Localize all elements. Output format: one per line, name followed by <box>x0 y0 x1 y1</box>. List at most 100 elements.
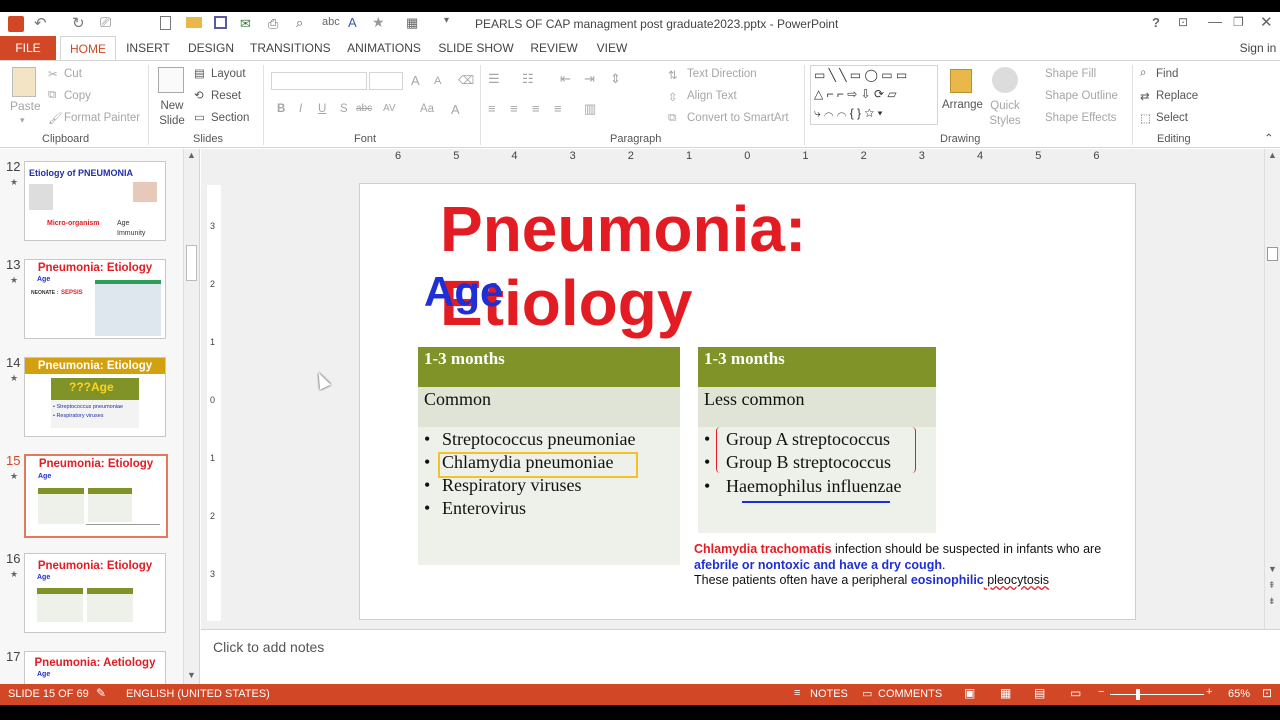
align-center-icon[interactable]: ≡ <box>510 101 518 116</box>
find-button[interactable]: Find <box>1156 68 1178 80</box>
sign-in-link[interactable]: Sign in <box>1238 36 1278 60</box>
shape-outline-button[interactable]: Shape Outline <box>1045 90 1118 102</box>
open-folder-icon[interactable] <box>186 17 202 28</box>
scroll-down-icon[interactable]: ▼ <box>1268 564 1277 574</box>
reading-view-icon[interactable]: ▤ <box>1034 686 1045 700</box>
quick-styles-button[interactable]: Quick Styles <box>986 99 1024 129</box>
shadow-button[interactable]: S <box>340 103 348 115</box>
shapes-gallery[interactable]: ▭ ╲ ╲ ▭ ◯ ▭ ▭ △ ⌐ ⌐ ⇨ ⇩ ⟳ ▱ ⤷ ⌒ ⌒ { } ☆ ▾ <box>810 65 938 125</box>
scroll-thumb[interactable] <box>1267 247 1278 261</box>
spell-icon[interactable]: abc <box>322 16 340 28</box>
slide-thumbnail-15[interactable]: Pneumonia: Etiology Age <box>24 454 168 538</box>
char-spacing-button[interactable]: AV <box>383 103 396 114</box>
scroll-down-icon[interactable]: ▼ <box>187 670 196 680</box>
right-item-3[interactable]: Haemophilus influenzae <box>726 476 901 497</box>
left-item-3[interactable]: Respiratory viruses <box>442 475 581 496</box>
right-column-header[interactable]: 1-3 months <box>698 347 936 387</box>
tab-slide-show[interactable]: SLIDE SHOW <box>438 36 514 60</box>
undo-icon[interactable]: ↶ <box>34 14 47 32</box>
paste-button[interactable]: Paste <box>10 99 41 113</box>
cut-button[interactable]: Cut <box>64 68 82 80</box>
paste-dropdown-icon[interactable]: ▾ <box>20 115 25 126</box>
zoom-slider-thumb[interactable] <box>1136 689 1140 700</box>
minimize-button[interactable]: — <box>1208 13 1222 29</box>
font-color-button[interactable]: A <box>451 102 460 117</box>
tab-animations[interactable]: ANIMATIONS <box>344 36 424 60</box>
new-slide-button[interactable]: New Slide <box>155 99 189 129</box>
font-size-select[interactable] <box>369 72 403 90</box>
slide-thumbnail-12[interactable]: Etiology of PNEUMONIA Micro-organism Age… <box>24 161 166 241</box>
left-item-4[interactable]: Enterovirus <box>442 498 526 519</box>
copy-button[interactable]: Copy <box>64 90 91 102</box>
left-column-header[interactable]: 1-3 months <box>418 347 680 387</box>
tab-insert[interactable]: INSERT <box>124 36 172 60</box>
reset-button[interactable]: Reset <box>211 90 241 102</box>
line-spacing-icon[interactable]: ⇕ <box>610 71 621 87</box>
slide-thumbnail-13[interactable]: Pneumonia: Etiology Age NEONATE : SEPSIS <box>24 259 166 339</box>
fit-slide-icon[interactable]: ⊡ <box>1262 686 1272 700</box>
presenter-icon[interactable]: ⎚ <box>100 14 111 31</box>
slide-thumbnail-16[interactable]: Pneumonia: Etiology Age <box>24 553 166 633</box>
section-button[interactable]: Section <box>211 112 249 124</box>
left-item-1[interactable]: Streptococcus pneumoniae <box>442 429 635 450</box>
normal-view-icon[interactable]: ▣ <box>964 686 975 700</box>
increase-indent-icon[interactable]: ⇥ <box>584 71 595 87</box>
scroll-up-icon[interactable]: ▲ <box>1268 150 1277 160</box>
print-icon[interactable]: ⎙ <box>268 16 278 32</box>
italic-button[interactable]: I <box>299 103 302 115</box>
shape-effects-button[interactable]: Shape Effects <box>1045 112 1116 124</box>
font-color-icon[interactable]: A <box>348 15 357 30</box>
slide-sorter-icon[interactable]: ▦ <box>1000 686 1011 700</box>
arrange-icon[interactable] <box>950 69 972 93</box>
preview-icon[interactable]: ⌕ <box>296 15 303 31</box>
slide-thumbnail-17[interactable]: Pneumonia: Aetiology Age <box>24 651 166 684</box>
grow-font-button[interactable]: A <box>411 73 420 88</box>
slide-subtitle[interactable]: Age <box>424 268 503 316</box>
zoom-out-button[interactable]: − <box>1098 686 1104 698</box>
powerpoint-icon[interactable] <box>8 16 24 32</box>
tab-transitions[interactable]: TRANSITIONS <box>250 36 331 60</box>
email-icon[interactable]: ✉ <box>240 16 251 32</box>
slide-thumbnail-14[interactable]: Pneumonia: Etiology ???Age • Streptococc… <box>24 357 166 437</box>
tab-review[interactable]: REVIEW <box>528 36 580 60</box>
notes-pane[interactable]: Click to add notes <box>201 629 1280 684</box>
spelling-icon[interactable]: ✎ <box>96 686 106 700</box>
previous-slide-icon[interactable]: ⇞ <box>1268 580 1276 591</box>
language-indicator[interactable]: ENGLISH (UNITED STATES) <box>126 688 270 700</box>
font-family-select[interactable] <box>271 72 367 90</box>
align-text-button[interactable]: Align Text <box>687 90 737 102</box>
new-slide-icon[interactable] <box>158 67 184 93</box>
quick-styles-icon[interactable] <box>992 67 1018 93</box>
notes-placeholder[interactable]: Click to add notes <box>213 639 324 655</box>
slide-vertical-scrollbar[interactable]: ▲ ▼ ⇞ ⇟ <box>1264 149 1280 629</box>
slideshow-icon[interactable]: ▭ <box>1070 686 1081 700</box>
underline-button[interactable]: U <box>318 103 326 115</box>
new-file-icon[interactable] <box>160 16 171 30</box>
format-painter-button[interactable]: Format Painter <box>64 112 140 124</box>
scroll-up-icon[interactable]: ▲ <box>187 150 196 160</box>
star-icon[interactable]: ★ <box>372 14 385 31</box>
shape-fill-button[interactable]: Shape Fill <box>1045 68 1096 80</box>
comments-button[interactable]: COMMENTS <box>878 688 942 700</box>
save-icon[interactable] <box>214 16 227 29</box>
text-direction-button[interactable]: Text Direction <box>687 68 757 80</box>
zoom-slider[interactable] <box>1110 694 1204 695</box>
scroll-thumb[interactable] <box>186 245 197 281</box>
shrink-font-button[interactable]: A <box>434 75 441 87</box>
justify-icon[interactable]: ≡ <box>554 101 562 116</box>
tab-home[interactable]: HOME <box>60 36 116 60</box>
collapse-ribbon-icon[interactable]: ⌃ <box>1264 131 1274 145</box>
slide-note-text[interactable]: Chlamydia trachomatis infection should b… <box>694 542 1134 589</box>
change-case-button[interactable]: Aa <box>420 103 434 115</box>
notes-button[interactable]: NOTES <box>810 688 848 700</box>
replace-button[interactable]: Replace <box>1156 90 1198 102</box>
clear-format-icon[interactable]: ⌫ <box>458 73 474 87</box>
align-right-icon[interactable]: ≡ <box>532 101 540 116</box>
convert-smartart-button[interactable]: Convert to SmartArt <box>687 112 789 124</box>
close-button[interactable]: ✕ <box>1260 13 1273 31</box>
ribbon-options-icon[interactable]: ⊡ <box>1178 15 1188 29</box>
table-icon[interactable]: ▦ <box>406 15 418 31</box>
strikethrough-button[interactable]: abc <box>356 103 372 114</box>
customize-icon[interactable]: ▾ <box>444 15 449 26</box>
slide-title[interactable]: Pneumonia: Etiology <box>440 192 1050 340</box>
